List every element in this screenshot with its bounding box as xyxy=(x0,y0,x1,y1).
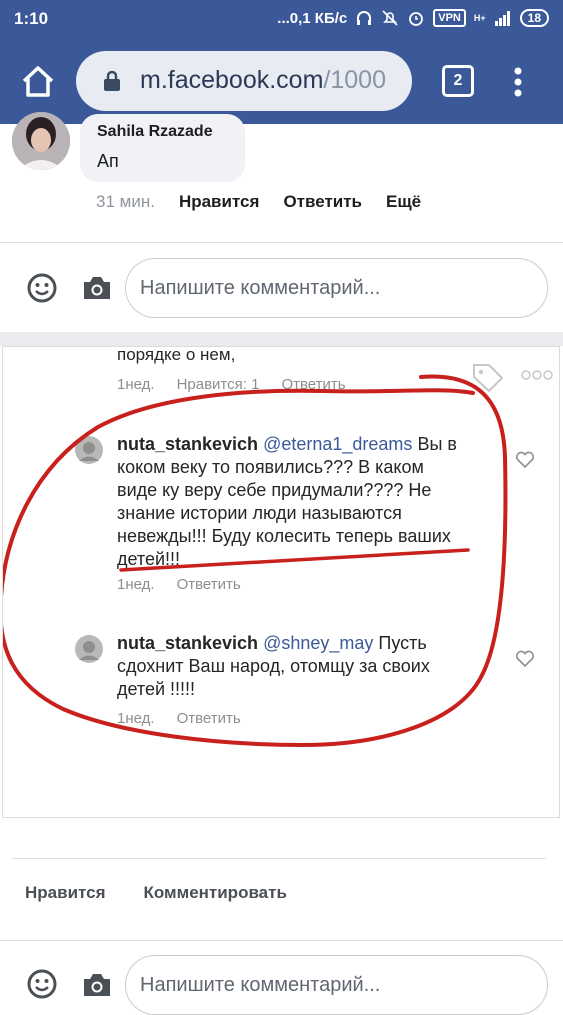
comment-author[interactable]: Sahila Rzazade xyxy=(97,123,213,141)
url-path: /1000 xyxy=(323,66,386,94)
comment-actions: 31 мин. Нравится Ответить Ещё xyxy=(96,192,421,212)
network-type: H+ xyxy=(473,13,486,23)
vpn-badge: VPN xyxy=(433,9,466,27)
section-gap xyxy=(0,332,563,346)
comment-input[interactable]: Напишите комментарий... xyxy=(125,955,548,1015)
more-menu-icon[interactable] xyxy=(513,67,523,97)
camera-icon[interactable] xyxy=(82,972,112,998)
divider xyxy=(0,242,563,243)
home-icon[interactable] xyxy=(20,64,56,98)
status-icons: ...0,1 КБ/с VPN H+ 18 xyxy=(277,9,549,27)
headphones-icon xyxy=(357,11,372,25)
url-host: m.facebook.com xyxy=(140,66,324,94)
network-speed: ...0,1 КБ/с xyxy=(277,9,348,27)
comment-input[interactable]: Напишите комментарий... xyxy=(125,258,548,318)
alarm-icon xyxy=(409,12,424,26)
emoji-icon[interactable] xyxy=(26,272,58,304)
comment-post-button[interactable]: Комментировать xyxy=(144,883,287,903)
like-post-button[interactable]: Нравится xyxy=(25,883,106,903)
lock-icon xyxy=(104,70,120,91)
comment-time: 31 мин. xyxy=(96,192,155,211)
emoji-icon[interactable] xyxy=(26,968,58,1000)
browser-toolbar: m.facebook.com/1000 2 xyxy=(0,40,563,124)
more-button[interactable]: Ещё xyxy=(386,192,421,212)
mute-bell-icon xyxy=(382,10,398,26)
url-text: m.facebook.com/1000 xyxy=(140,66,386,95)
camera-icon[interactable] xyxy=(82,275,112,301)
comment-text: Ап xyxy=(97,151,119,171)
like-button[interactable]: Нравится xyxy=(179,192,260,212)
status-bar: 1:10 ...0,1 КБ/с VPN H+ 18 xyxy=(0,0,563,40)
battery-icon: 18 xyxy=(519,9,549,27)
tab-switcher-button[interactable]: 2 xyxy=(442,65,474,97)
signal-icon xyxy=(494,11,510,26)
post-actions: Нравится Комментировать xyxy=(25,883,287,903)
reply-button[interactable]: Ответить xyxy=(283,192,362,212)
divider xyxy=(12,858,546,859)
divider xyxy=(0,940,563,941)
red-circle-annotation xyxy=(3,374,508,748)
post-image[interactable]: порядке о нем, 1нед. Нравится: 1 Ответит… xyxy=(2,346,560,818)
comment-bubble: Sahila Rzazade Ап xyxy=(80,114,245,182)
clock: 1:10 xyxy=(14,9,49,28)
address-bar[interactable]: m.facebook.com/1000 xyxy=(76,51,412,111)
avatar[interactable] xyxy=(12,112,70,170)
